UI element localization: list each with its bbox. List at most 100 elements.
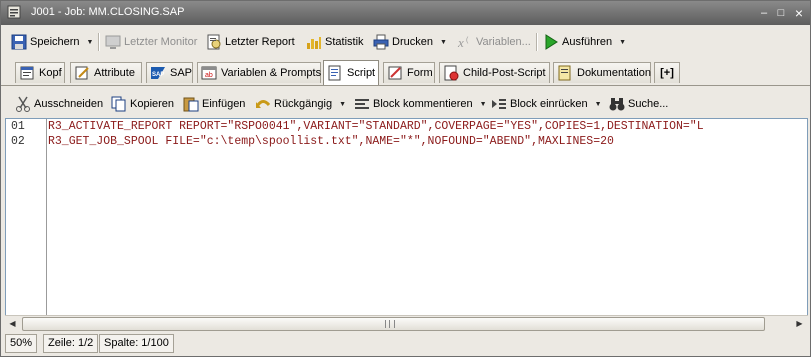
execute-button[interactable]: Ausführen ▼ xyxy=(543,32,626,52)
execute-dropdown-icon[interactable]: ▼ xyxy=(619,39,626,46)
variables-x-icon: x( xyxy=(457,34,473,50)
undo-label: Rückgängig xyxy=(274,98,333,110)
sap-icon: SAP xyxy=(150,65,166,81)
last-report-label: Letzter Report xyxy=(225,36,295,48)
last-report-button[interactable]: Letzter Report xyxy=(206,32,295,52)
cut-button[interactable]: Ausschneiden xyxy=(15,94,103,114)
save-dropdown-icon[interactable]: ▼ xyxy=(87,39,94,46)
documentation-icon xyxy=(557,65,573,81)
bar-chart-icon xyxy=(306,34,322,50)
tab-variablen-prompts[interactable]: ab Variablen & Prompts xyxy=(197,62,321,83)
variables-icon: ab xyxy=(201,65,217,81)
svg-text:x: x xyxy=(457,35,464,50)
line-number-gutter: 01 02 xyxy=(6,119,47,315)
print-dropdown-icon[interactable]: ▼ xyxy=(440,39,447,46)
column-indicator: Spalte: 1/100 xyxy=(99,334,174,353)
tab-label: Attribute xyxy=(94,67,135,79)
line-indicator: Zeile: 1/2 xyxy=(43,334,99,353)
floppy-disk-icon xyxy=(11,34,27,50)
tab-form[interactable]: Form xyxy=(383,62,435,83)
scroll-right-button[interactable]: ▶ xyxy=(792,316,807,331)
paste-label: Einfügen xyxy=(202,98,246,110)
binoculars-icon xyxy=(609,96,625,112)
printer-icon xyxy=(373,34,389,50)
indent-block-dropdown-icon[interactable]: ▼ xyxy=(595,101,602,108)
svg-text:SAP: SAP xyxy=(152,72,164,78)
undo-dropdown-icon[interactable]: ▼ xyxy=(339,101,346,108)
copy-button[interactable]: Kopieren xyxy=(111,94,174,114)
minimize-button[interactable]: – xyxy=(757,6,771,20)
indent-block-icon xyxy=(491,96,507,112)
tab-sap[interactable]: SAP SAP xyxy=(146,62,193,83)
line-number: 02 xyxy=(11,135,25,148)
undo-button[interactable]: Rückgängig ▼ xyxy=(255,94,346,114)
add-tab-icon: [+] xyxy=(660,67,674,79)
play-icon xyxy=(543,34,559,50)
execute-label: Ausführen xyxy=(562,36,613,48)
title-bar[interactable]: J001 - Job: MM.CLOSING.SAP – □ × xyxy=(1,1,810,25)
attributes-icon xyxy=(74,65,90,81)
scrollbar-thumb[interactable] xyxy=(22,317,765,331)
print-label: Drucken xyxy=(392,36,433,48)
job-editor-window: J001 - Job: MM.CLOSING.SAP – □ × Speiche… xyxy=(0,0,811,357)
monitor-icon xyxy=(105,34,121,50)
statistics-label: Statistik xyxy=(325,36,364,48)
svg-text:(: ( xyxy=(466,37,469,44)
tab-label: Child-Post-Script xyxy=(463,67,546,79)
tab-label: Form xyxy=(407,67,433,79)
cut-label: Ausschneiden xyxy=(34,98,104,110)
indent-block-button[interactable]: Block einrücken ▼ xyxy=(491,94,602,114)
tab-strip: Kopf Attribute SAP SAP ab Variablen & Pr… xyxy=(1,58,810,86)
job-icon xyxy=(7,5,21,19)
paste-button[interactable]: Einfügen xyxy=(183,94,245,114)
tab-dokumentation[interactable]: Dokumentation xyxy=(553,62,651,83)
comment-block-button[interactable]: Block kommentieren ▼ xyxy=(354,94,487,114)
tab-label: Dokumentation xyxy=(577,67,651,79)
comment-block-dropdown-icon[interactable]: ▼ xyxy=(480,101,487,108)
tab-label: Script xyxy=(347,67,376,79)
search-button[interactable]: Suche... xyxy=(609,94,668,114)
svg-text:ab: ab xyxy=(205,72,213,79)
maximize-button[interactable]: □ xyxy=(774,6,788,20)
close-button[interactable]: × xyxy=(792,6,806,20)
tab-kopf[interactable]: Kopf xyxy=(15,62,65,83)
script-editor[interactable]: 01 02 R3_ACTIVATE_REPORT REPORT="RSPO004… xyxy=(5,118,808,316)
statistics-button[interactable]: Statistik xyxy=(306,32,364,52)
main-toolbar: Speichern ▼ Letzter Monitor Letzter Repo… xyxy=(1,29,810,55)
tab-child-post-script[interactable]: Child-Post-Script xyxy=(439,62,550,83)
comment-block-label: Block kommentieren xyxy=(373,98,473,110)
search-label: Suche... xyxy=(628,98,669,110)
undo-icon xyxy=(255,96,271,112)
scissors-icon xyxy=(15,96,31,112)
code-line[interactable]: R3_ACTIVATE_REPORT REPORT="RSPO0041",VAR… xyxy=(48,120,704,133)
tab-label: Variablen & Prompts xyxy=(221,67,322,79)
tab-label: SAP xyxy=(170,67,193,79)
last-monitor-label: Letzter Monitor xyxy=(124,36,198,48)
variables-button[interactable]: x( Variablen... xyxy=(457,32,531,52)
header-icon xyxy=(19,65,35,81)
script-icon xyxy=(327,65,343,81)
save-button[interactable]: Speichern ▼ xyxy=(11,32,93,52)
code-line[interactable]: R3_GET_JOB_SPOOL FILE="c:\temp\spoollist… xyxy=(48,135,614,148)
paste-icon xyxy=(183,96,199,112)
tab-label: Kopf xyxy=(39,67,62,79)
scrollbar-grip-icon xyxy=(385,320,395,328)
indent-block-label: Block einrücken xyxy=(510,98,588,110)
add-tab-button[interactable]: [+] xyxy=(654,62,680,83)
last-monitor-button[interactable]: Letzter Monitor xyxy=(105,32,197,52)
zoom-indicator: 50% xyxy=(5,334,38,353)
copy-icon xyxy=(111,96,127,112)
save-label: Speichern xyxy=(30,36,80,48)
form-icon xyxy=(387,65,403,81)
variables-label: Variablen... xyxy=(476,36,531,48)
print-button[interactable]: Drucken ▼ xyxy=(373,32,447,52)
editor-toolbar: Ausschneiden Kopieren Einfügen Rückgängi… xyxy=(1,91,810,117)
tab-attribute[interactable]: Attribute xyxy=(70,62,142,83)
tab-script[interactable]: Script xyxy=(323,60,379,85)
comment-block-icon xyxy=(354,96,370,112)
horizontal-scrollbar[interactable]: ◀ ▶ xyxy=(5,315,808,331)
line-number: 01 xyxy=(11,120,25,133)
child-post-script-icon xyxy=(443,65,459,81)
scroll-left-button[interactable]: ◀ xyxy=(5,316,20,331)
status-bar: 50% Zeile: 1/2 Spalte: 1/100 xyxy=(1,331,810,356)
